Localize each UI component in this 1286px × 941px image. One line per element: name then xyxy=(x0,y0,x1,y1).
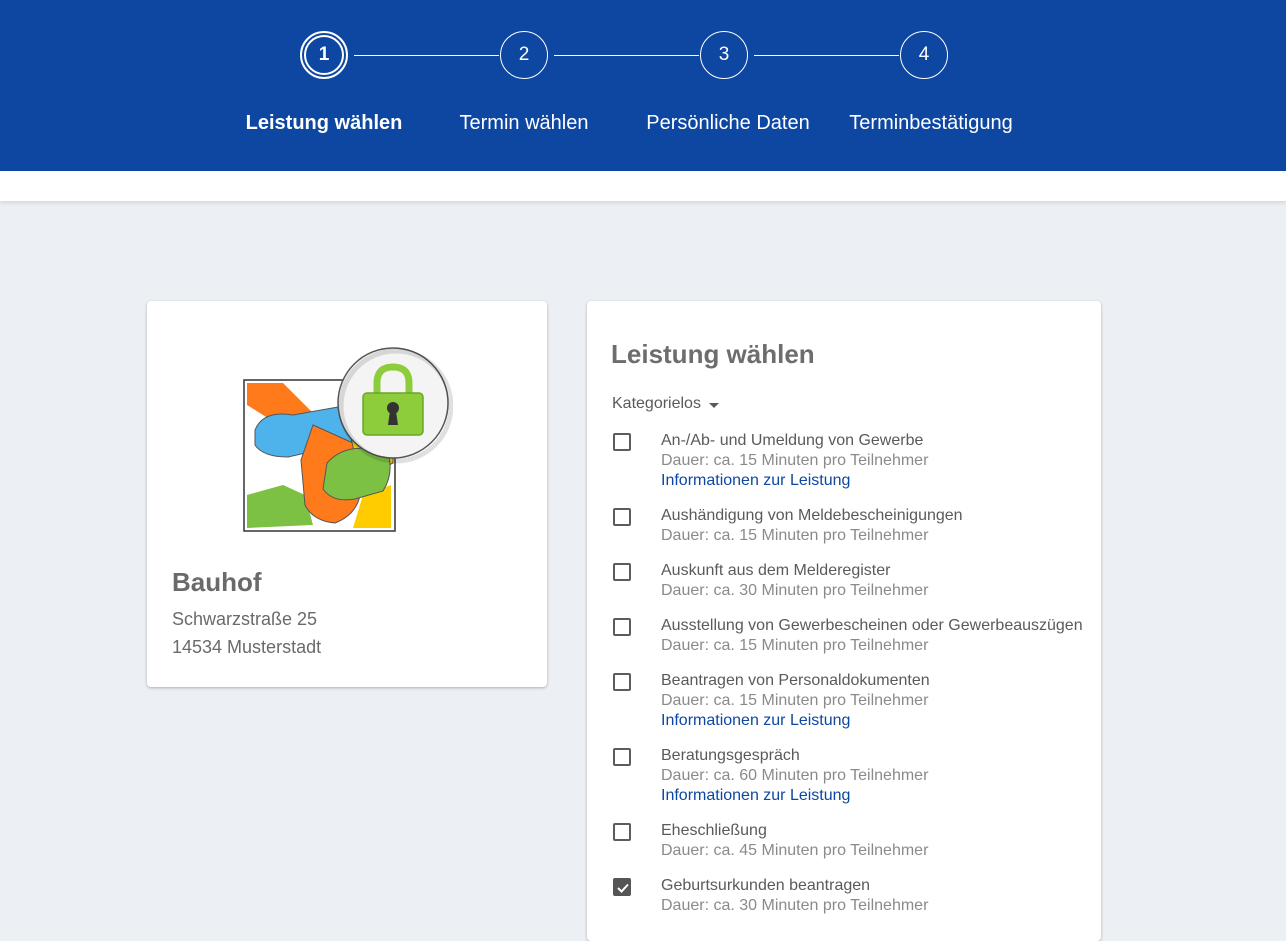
service-checkbox[interactable] xyxy=(613,673,631,691)
step-2-label[interactable]: Termin wählen xyxy=(414,112,634,135)
service-checkbox[interactable] xyxy=(613,748,631,766)
service-section-title: Leistung wählen xyxy=(611,339,815,369)
service-duration: Dauer: ca. 15 Minuten pro Teilnehmer xyxy=(661,692,929,709)
service-checkbox[interactable] xyxy=(613,618,631,636)
stepper-connector xyxy=(554,55,699,56)
stepper-connector xyxy=(754,55,899,56)
service-duration: Dauer: ca. 15 Minuten pro Teilnehmer xyxy=(661,527,929,544)
service-name[interactable]: Beantragen von Personaldokumenten xyxy=(661,671,1091,691)
service-name[interactable]: Eheschließung xyxy=(661,821,1091,841)
service-selection-card: Leistung wählen Kategorielos An-/Ab- und… xyxy=(587,301,1101,941)
service-duration: Dauer: ca. 30 Minuten pro Teilnehmer xyxy=(661,897,929,914)
location-card: Bauhof Schwarzstraße 25 14534 Musterstad… xyxy=(147,301,547,687)
service-duration: Dauer: ca. 30 Minuten pro Teilnehmer xyxy=(661,582,929,599)
service-checkbox[interactable] xyxy=(613,563,631,581)
service-info-link[interactable]: Informationen zur Leistung xyxy=(661,471,1091,491)
service-duration: Dauer: ca. 15 Minuten pro Teilnehmer xyxy=(661,452,929,469)
service-name[interactable]: Geburtsurkunden beantragen xyxy=(661,876,1091,896)
service-name[interactable]: Auskunft aus dem Melderegister xyxy=(661,561,1091,581)
category-dropdown-label: Kategorielos xyxy=(612,395,701,412)
stepper-connector xyxy=(354,55,499,56)
checkmark-icon xyxy=(617,883,629,893)
step-3-label[interactable]: Persönliche Daten xyxy=(618,112,838,135)
stepper-header: 1 2 3 4 Leistung wählen Termin wählen Pe… xyxy=(0,0,1286,171)
service-duration: Dauer: ca. 45 Minuten pro Teilnehmer xyxy=(661,842,929,859)
step-3-circle[interactable]: 3 xyxy=(700,31,748,79)
service-checkbox[interactable] xyxy=(613,823,631,841)
service-checkbox-checked[interactable] xyxy=(613,878,631,896)
service-checkbox[interactable] xyxy=(613,508,631,526)
service-name[interactable]: Ausstellung von Gewerbescheinen oder Gew… xyxy=(661,616,1091,636)
step-4-circle[interactable]: 4 xyxy=(900,31,948,79)
category-dropdown[interactable]: Kategorielos xyxy=(612,395,719,413)
service-name[interactable]: An-/Ab- und Umeldung von Gewerbe xyxy=(661,431,1091,451)
service-checkbox[interactable] xyxy=(613,433,631,451)
subheader-band xyxy=(0,171,1286,201)
location-name: Bauhof xyxy=(172,567,262,597)
service-duration: Dauer: ca. 15 Minuten pro Teilnehmer xyxy=(661,637,929,654)
service-duration: Dauer: ca. 60 Minuten pro Teilnehmer xyxy=(661,767,929,784)
service-name[interactable]: Beratungsgespräch xyxy=(661,746,1091,766)
hands-lock-logo-icon xyxy=(243,345,454,535)
step-1-label[interactable]: Leistung wählen xyxy=(214,112,434,135)
step-2-circle[interactable]: 2 xyxy=(500,31,548,79)
service-info-link[interactable]: Informationen zur Leistung xyxy=(661,711,1091,731)
location-street: Schwarzstraße 25 xyxy=(172,609,318,629)
service-name[interactable]: Aushändigung von Meldebescheinigungen xyxy=(661,506,1091,526)
step-4-label[interactable]: Terminbestätigung xyxy=(821,112,1041,135)
step-1-circle[interactable]: 1 xyxy=(300,31,348,79)
service-info-link[interactable]: Informationen zur Leistung xyxy=(661,786,1091,806)
location-city: 14534 Musterstadt xyxy=(172,637,322,657)
caret-down-icon xyxy=(708,402,719,408)
